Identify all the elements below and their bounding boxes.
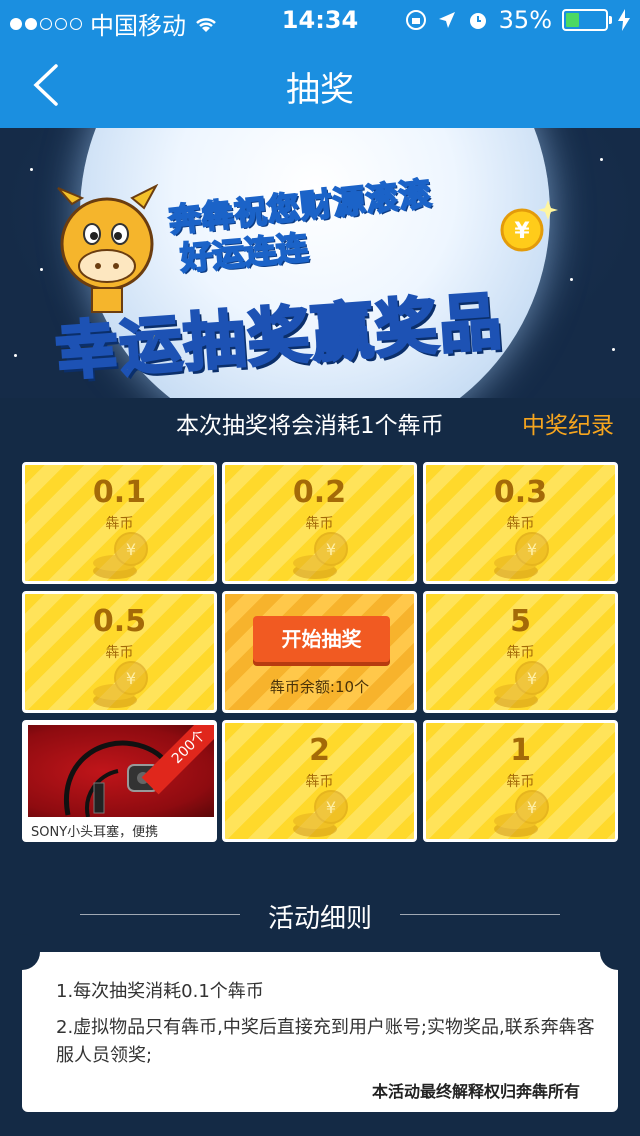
- prize-value: 5: [510, 604, 531, 639]
- svg-text:¥: ¥: [126, 669, 136, 688]
- prize-cell: 1 犇币 ¥: [423, 720, 618, 842]
- earphones-image: 200个: [28, 725, 214, 817]
- alarm-icon: [469, 13, 486, 29]
- prize-cell: 0.3 犇币 ¥: [423, 462, 618, 584]
- rule-item: 1.每次抽奖消耗0.1个犇币: [56, 981, 264, 1002]
- prize-value: 2: [309, 733, 330, 768]
- coin-balance: 犇币余额:10个: [269, 678, 370, 696]
- charging-icon: [618, 9, 630, 31]
- prize-cell: 5 犇币 ¥: [423, 591, 618, 713]
- draw-cost-text: 本次抽奖将会消耗1个犇币: [176, 413, 444, 439]
- svg-text:¥: ¥: [527, 669, 537, 688]
- rules-heading: 活动细则: [0, 898, 640, 935]
- prize-value: 0.2: [292, 475, 347, 510]
- prize-value: 0.1: [92, 475, 147, 510]
- coins-stack-icon: ¥: [293, 532, 348, 579]
- prize-value: 0.5: [92, 604, 147, 639]
- svg-text:¥: ¥: [527, 540, 537, 559]
- yuan-coin-icon: ¥: [500, 200, 558, 252]
- rules-footer: 本活动最终解释权归奔犇所有: [371, 1082, 580, 1101]
- rule-item: 2.虚拟物品只有犇币,中奖后直接充到用户账号;实物奖品,联系奔犇客服人员领奖;: [56, 1017, 595, 1066]
- coins-stack-icon: ¥: [494, 532, 549, 579]
- rules-title-text: 活动细则: [267, 904, 372, 934]
- battery-icon: [562, 9, 612, 31]
- page-title: 抽奖: [286, 70, 354, 110]
- divider-line: [80, 914, 240, 915]
- coins-stack-icon: ¥: [93, 532, 148, 579]
- location-icon: [438, 12, 455, 28]
- prize-value: 0.3: [493, 475, 548, 510]
- product-prize-cell: 200个 SONY小头耳塞，便携: [22, 720, 217, 842]
- status-right: 35%: [405, 6, 630, 34]
- hero-main-title-part2: 赢奖品: [307, 283, 507, 372]
- card-notch: [4, 934, 40, 970]
- draw-info-bar: 本次抽奖将会消耗1个犇币 中奖纪录: [0, 398, 640, 448]
- nav-bar: 抽奖: [0, 40, 640, 128]
- divider-line: [400, 914, 560, 915]
- prize-grid: 0.1 犇币 ¥ 0.2 犇币 ¥ 0.3 犇币 ¥ 0.5 犇币 ¥ 开始抽奖…: [22, 462, 618, 842]
- prize-cell: 0.5 犇币 ¥: [22, 591, 217, 713]
- coins-stack-icon: ¥: [93, 661, 148, 708]
- svg-text:¥: ¥: [126, 540, 136, 559]
- win-record-link[interactable]: 中奖纪录: [522, 406, 614, 440]
- coins-stack-icon: ¥: [494, 790, 549, 837]
- rules-box: 1.每次抽奖消耗0.1个犇币 2.虚拟物品只有犇币,中奖后直接充到用户账号;实物…: [4, 934, 636, 1112]
- prize-cell: 2 犇币 ¥: [222, 720, 417, 842]
- prize-cell: 0.1 犇币 ¥: [22, 462, 217, 584]
- coins-stack-icon: ¥: [494, 661, 549, 708]
- hero-banner: 奔犇祝您财源滚滚 好运连连 ¥ 幸运抽奖赢奖品: [0, 128, 640, 398]
- card-notch: [600, 934, 636, 970]
- hero-main-title-part1: 幸运抽奖: [52, 296, 315, 390]
- status-bar: 中国移动 14:34 35%: [0, 0, 640, 40]
- battery-percent: 35%: [498, 6, 552, 34]
- rotation-lock-icon: [405, 10, 426, 30]
- svg-text:¥: ¥: [326, 540, 336, 559]
- product-description: SONY小头耳塞，便携: [31, 825, 159, 840]
- prize-value: 1: [510, 733, 531, 768]
- prize-cell: 0.2 犇币 ¥: [222, 462, 417, 584]
- draw-center-cell: 开始抽奖 犇币余额:10个: [222, 591, 417, 713]
- coins-stack-icon: ¥: [293, 790, 348, 837]
- start-draw-button[interactable]: 开始抽奖: [253, 616, 390, 662]
- svg-text:¥: ¥: [514, 219, 530, 244]
- svg-text:¥: ¥: [527, 798, 537, 817]
- svg-text:¥: ¥: [326, 798, 336, 817]
